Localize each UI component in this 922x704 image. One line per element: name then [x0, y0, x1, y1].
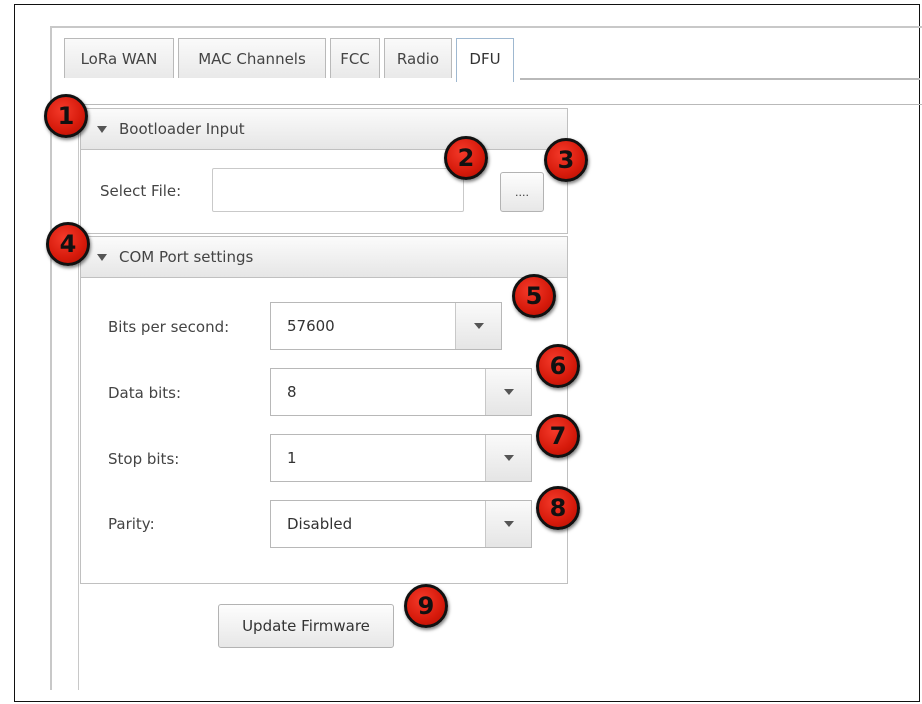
update-firmware-button[interactable]: Update Firmware — [218, 604, 394, 648]
browse-button[interactable]: .... — [500, 172, 544, 212]
tab-fcc[interactable]: FCC — [330, 38, 380, 78]
tab-dfu[interactable]: DFU — [456, 38, 514, 82]
data-bits-select[interactable]: 8 — [270, 368, 532, 416]
chevron-down-icon[interactable] — [485, 435, 531, 481]
tab-underline — [520, 78, 920, 80]
bits-per-second-label: Bits per second: — [108, 318, 230, 336]
callout-marker-3: 3 — [544, 138, 588, 182]
callout-marker-7: 7 — [536, 414, 580, 458]
stop-bits-value: 1 — [287, 449, 297, 467]
bootloader-header-label: Bootloader Input — [119, 120, 245, 138]
callout-marker-1: 1 — [44, 94, 88, 138]
callout-marker-2: 2 — [444, 136, 488, 180]
tab-lora-wan[interactable]: LoRa WAN — [64, 38, 174, 78]
stop-bits-select[interactable]: 1 — [270, 434, 532, 482]
data-bits-value: 8 — [287, 383, 297, 401]
tab-mac-channels[interactable]: MAC Channels — [178, 38, 326, 78]
callout-marker-4: 4 — [46, 222, 90, 266]
callout-marker-5: 5 — [512, 274, 556, 318]
chevron-down-icon[interactable] — [485, 501, 531, 547]
collapse-triangle-icon — [97, 126, 107, 133]
select-file-input[interactable] — [212, 168, 464, 212]
com-port-header-label: COM Port settings — [119, 248, 254, 266]
callout-marker-9: 9 — [404, 584, 448, 628]
callout-marker-8: 8 — [536, 486, 580, 530]
data-bits-label: Data bits: — [108, 384, 182, 402]
parity-select[interactable]: Disabled — [270, 500, 532, 548]
panel-border-left — [78, 104, 79, 690]
window-border-top — [50, 26, 922, 28]
content-top-border — [64, 104, 922, 105]
tab-radio[interactable]: Radio — [384, 38, 452, 78]
collapse-triangle-icon — [97, 254, 107, 261]
select-file-label: Select File: — [100, 182, 182, 200]
callout-marker-6: 6 — [536, 344, 580, 388]
bits-per-second-value: 57600 — [287, 317, 335, 335]
com-port-section-header[interactable]: COM Port settings — [80, 236, 568, 278]
bootloader-section-header[interactable]: Bootloader Input — [80, 108, 568, 150]
parity-label: Parity: — [108, 515, 155, 533]
chevron-down-icon[interactable] — [485, 369, 531, 415]
stop-bits-label: Stop bits: — [108, 450, 180, 468]
bits-per-second-select[interactable]: 57600 — [270, 302, 502, 350]
chevron-down-icon[interactable] — [455, 303, 501, 349]
parity-value: Disabled — [287, 515, 353, 533]
